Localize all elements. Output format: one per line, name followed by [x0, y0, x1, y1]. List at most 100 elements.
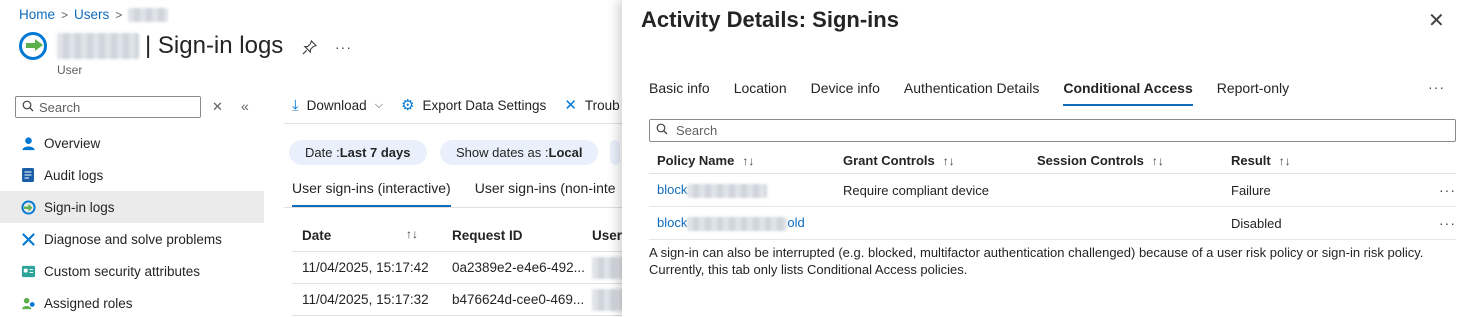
tab-user-signins-interactive[interactable]: User sign-ins (interactive) [292, 180, 451, 207]
note-line: Currently, this tab only lists Condition… [649, 262, 968, 277]
row-more-icon[interactable]: ··· [1416, 215, 1456, 231]
export-data-settings-button[interactable]: ⚙ Export Data Settings [401, 96, 546, 114]
header-label: Result [1231, 152, 1271, 168]
filter-pill[interactable] [610, 140, 620, 165]
tab-user-signins-non-interactive[interactable]: User sign-ins (non-inte [475, 180, 616, 207]
nav-label: Assigned roles [44, 295, 133, 311]
nav-label: Audit logs [44, 167, 104, 183]
signin-icon [19, 32, 47, 60]
column-header-request-id[interactable]: Request ID [442, 228, 592, 243]
cell-request-id: b476624d-cee0-469... [452, 292, 585, 307]
breadcrumb: Home > Users > [19, 7, 169, 22]
date-filter-value: Last 7 days [339, 145, 411, 160]
redacted-user-name [128, 7, 169, 22]
signin-type-tabs: User sign-ins (interactive) User sign-in… [292, 180, 616, 207]
nav-item-diagnose[interactable]: Diagnose and solve problems [0, 223, 264, 255]
activity-details-pane: Activity Details: Sign-ins ✕ Basic info … [622, 0, 1467, 317]
nav-item-assigned-roles[interactable]: Assigned roles [0, 287, 264, 317]
grid-header-row: Date ↑↓ Request ID User [292, 220, 622, 252]
nav-item-overview[interactable]: Overview [0, 127, 264, 159]
download-button[interactable]: ⤓ Download ⌵ [292, 97, 383, 114]
nav-item-audit-logs[interactable]: Audit logs [0, 159, 264, 191]
signin-logs-blade: Home > Users > | Sign-in logs User ··· S… [0, 0, 622, 317]
redacted-user-name [57, 33, 139, 59]
tab-location[interactable]: Location [734, 80, 787, 106]
column-header-result[interactable]: Result ↑↓ [1231, 153, 1416, 168]
nav-item-custom-security-attributes[interactable]: Custom security attributes [0, 255, 264, 287]
pin-icon[interactable] [302, 39, 318, 59]
cell-date: 11/04/2025, 15:17:32 [302, 292, 429, 307]
tab-device-info[interactable]: Device info [811, 80, 880, 106]
tab-report-only[interactable]: Report-only [1217, 80, 1289, 106]
command-bar: ⤓ Download ⌵ ⚙ Export Data Settings ✕ Tr… [292, 96, 622, 115]
show-dates-value: Local [548, 145, 583, 160]
troubleshoot-label: Troub [584, 97, 620, 113]
page-title: | Sign-in logs [145, 32, 284, 59]
signins-grid: Date ↑↓ Request ID User 11/04/2025, 15:1… [292, 220, 622, 316]
more-tabs-icon[interactable]: ··· [1428, 79, 1445, 95]
sort-icon[interactable]: ↑↓ [1279, 154, 1291, 168]
table-header-row: Policy Name ↑↓ Grant Controls ↑↓ Session C… [649, 147, 1456, 174]
breadcrumb-users[interactable]: Users [74, 7, 109, 22]
show-dates-pill[interactable]: Show dates as : Local [440, 140, 599, 165]
signin-icon [20, 199, 36, 215]
sort-icon[interactable]: ↑↓ [1152, 154, 1164, 168]
policy-search-input[interactable]: Search [649, 119, 1456, 142]
date-filter-pill[interactable]: Date : Last 7 days [289, 140, 427, 165]
troubleshoot-button[interactable]: ✕ Troub [564, 96, 619, 114]
conditional-access-table: Policy Name ↑↓ Grant Controls ↑↓ Session C… [649, 147, 1456, 240]
nav-item-signin-logs[interactable]: Sign-in logs [0, 191, 264, 223]
row-more-icon[interactable]: ··· [1416, 182, 1456, 198]
cell-grant-controls: Require compliant device [843, 182, 989, 198]
tab-conditional-access[interactable]: Conditional Access [1063, 80, 1193, 106]
chevron-right-icon: > [115, 7, 123, 22]
table-row[interactable]: block old Disabled ··· [649, 207, 1456, 240]
note-line: A sign-in can also be interrupted (e.g. … [649, 245, 1424, 260]
redacted-policy-name [687, 183, 768, 198]
download-icon: ⤓ [292, 96, 299, 114]
roles-icon [20, 295, 36, 311]
tab-basic-info[interactable]: Basic info [649, 80, 710, 106]
policy-name-link[interactable]: block old [649, 215, 843, 231]
policy-name-prefix: block [657, 215, 688, 231]
cell-result: Disabled [1231, 215, 1282, 231]
sort-icon[interactable]: ↑↓ [742, 154, 754, 168]
pane-title: Activity Details: Sign-ins [641, 7, 899, 32]
policy-name-link[interactable]: block [649, 182, 843, 198]
title-row: | Sign-in logs [19, 32, 283, 60]
clear-search-icon[interactable]: ✕ [212, 99, 223, 115]
gear-icon: ⚙ [401, 97, 415, 114]
chevron-down-icon: ⌵ [374, 98, 384, 111]
breadcrumb-home[interactable]: Home [19, 7, 55, 22]
tab-authentication-details[interactable]: Authentication Details [904, 80, 1039, 106]
table-row[interactable]: block Require compliant device Failure ·… [649, 174, 1456, 207]
attributes-icon [20, 263, 36, 279]
column-header-policy-name[interactable]: Policy Name ↑↓ [649, 153, 843, 168]
conditional-access-note: A sign-in can also be interrupted (e.g. … [649, 244, 1449, 278]
divider [284, 207, 622, 208]
show-dates-label: Show dates as : [456, 145, 549, 160]
sort-icon[interactable]: ↑↓ [943, 154, 955, 168]
redacted-user [592, 256, 622, 279]
wrench-icon [20, 231, 36, 247]
column-header-user[interactable]: User [592, 228, 622, 243]
header-label: Session Controls [1037, 152, 1144, 168]
date-filter-label: Date : [305, 145, 340, 160]
column-header-date[interactable]: Date [292, 228, 442, 243]
column-header-grant-controls[interactable]: Grant Controls ↑↓ [843, 153, 1037, 168]
search-icon [22, 100, 34, 115]
divider [284, 123, 622, 124]
left-nav: Overview Audit logs Sign-in logs Diagnos… [0, 127, 264, 317]
details-tabs: Basic info Location Device info Authenti… [649, 80, 1313, 106]
column-header-session-controls[interactable]: Session Controls ↑↓ [1037, 153, 1231, 168]
user-icon [20, 135, 36, 151]
search-input[interactable]: Search [15, 96, 201, 118]
table-row[interactable]: 11/04/2025, 15:17:32 b476624d-cee0-469..… [292, 284, 622, 316]
wrench-icon: ✕ [564, 97, 577, 114]
more-options-icon[interactable]: ··· [335, 39, 352, 55]
collapse-menu-icon[interactable]: « [241, 98, 249, 114]
nav-label: Overview [44, 135, 101, 151]
table-row[interactable]: 11/04/2025, 15:17:42 0a2389e2-e4e6-492..… [292, 252, 622, 284]
page-subtitle: User [57, 63, 83, 77]
close-icon[interactable]: ✕ [1428, 8, 1445, 33]
